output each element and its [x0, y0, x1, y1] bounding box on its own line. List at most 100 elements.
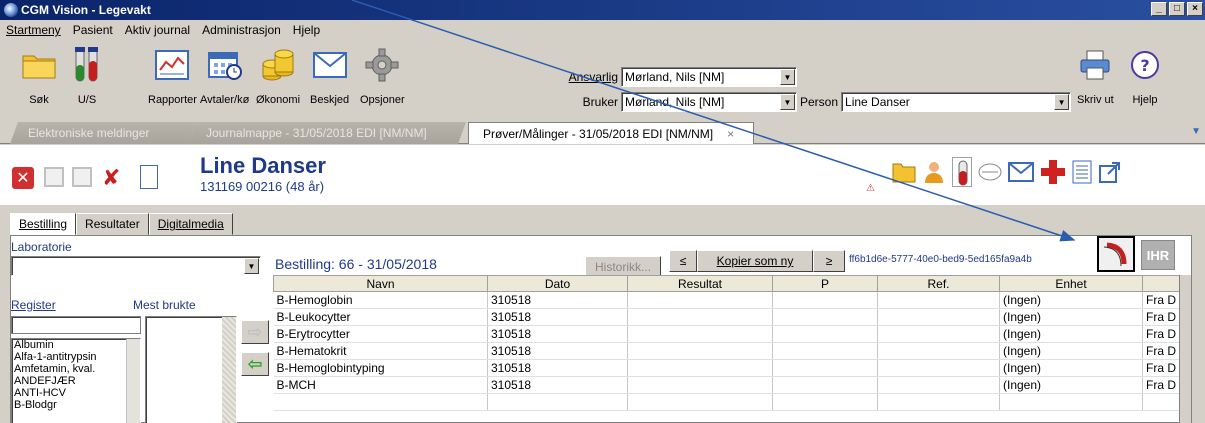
- list-item[interactable]: B-Blodgr: [12, 399, 140, 411]
- us-button[interactable]: U/S: [70, 46, 104, 106]
- table-cell[interactable]: [772, 308, 878, 326]
- previous-button[interactable]: ≤: [669, 250, 697, 272]
- table-cell[interactable]: [877, 308, 1000, 326]
- chevron-down-icon[interactable]: ▼: [780, 69, 795, 85]
- table-cell[interactable]: [627, 376, 773, 394]
- ihr-button[interactable]: IHR: [1141, 240, 1175, 270]
- tab-scroll-icon[interactable]: ▼: [1191, 126, 1201, 137]
- register-list[interactable]: Albumin Alfa-1-antitrypsin Amfetamin, kv…: [11, 338, 141, 423]
- table-cell[interactable]: [772, 376, 878, 394]
- column-header[interactable]: Ref.: [877, 275, 1000, 292]
- scrollbar[interactable]: [222, 317, 236, 423]
- table-cell[interactable]: 310518: [487, 291, 628, 309]
- table-cell[interactable]: 310518: [487, 325, 628, 343]
- pill-icon[interactable]: [978, 161, 1002, 183]
- close-journal-icon[interactable]: ✕: [12, 167, 34, 189]
- tab-resultater[interactable]: Resultater: [76, 213, 149, 235]
- table-cell[interactable]: [772, 325, 878, 343]
- folder-icon[interactable]: [892, 161, 916, 183]
- scrollbar[interactable]: [126, 339, 140, 423]
- person-select[interactable]: Line Danser ▼: [841, 92, 1072, 112]
- save-icon[interactable]: [44, 167, 64, 187]
- column-header[interactable]: Resultat: [627, 275, 773, 292]
- table-cell[interactable]: B-Hemoglobin: [273, 291, 488, 309]
- table-cell[interactable]: (Ingen): [999, 308, 1143, 326]
- economy-button[interactable]: Økonomi: [256, 46, 300, 106]
- tab-bestilling[interactable]: Bestilling: [10, 213, 77, 235]
- column-header[interactable]: Dato: [487, 275, 628, 292]
- bruker-select[interactable]: Mørland, Nils [NM] ▼: [621, 92, 797, 112]
- red-cross-icon[interactable]: [1040, 159, 1066, 185]
- table-cell[interactable]: [877, 359, 1000, 377]
- table-cell[interactable]: 310518: [487, 376, 628, 394]
- column-header[interactable]: Enhet: [999, 275, 1143, 292]
- tab-journalmappe[interactable]: Journalmappe - 31/05/2018 EDI [NM/NM]: [187, 122, 467, 144]
- table-row[interactable]: B-Leukocytter 310518 (Ingen) Fra D: [273, 308, 1186, 326]
- column-header[interactable]: Navn: [273, 275, 488, 292]
- table-cell[interactable]: [877, 291, 1000, 309]
- envelope-icon[interactable]: [1008, 162, 1034, 182]
- laboratorie-select[interactable]: ▼: [11, 256, 261, 276]
- print-button[interactable]: Skriv ut: [1077, 46, 1114, 106]
- list-item[interactable]: Albumin: [12, 339, 140, 351]
- table-cell[interactable]: [877, 325, 1000, 343]
- table-cell[interactable]: [627, 359, 773, 377]
- chevron-down-icon[interactable]: ▼: [244, 258, 259, 274]
- title-bar[interactable]: CGM Vision - Legevakt _ □ ×: [0, 0, 1205, 20]
- table-cell[interactable]: [627, 308, 773, 326]
- menu-startmeny[interactable]: Startmeny: [4, 23, 63, 37]
- table-cell[interactable]: 310518: [487, 342, 628, 360]
- table-cell[interactable]: B-Leukocytter: [273, 308, 488, 326]
- ansvarlig-select[interactable]: Mørland, Nils [NM] ▼: [621, 67, 797, 87]
- list-item[interactable]: ANTI-HCV: [12, 387, 140, 399]
- new-document-icon[interactable]: [140, 165, 158, 189]
- table-cell[interactable]: [627, 291, 773, 309]
- table-cell[interactable]: 310518: [487, 308, 628, 326]
- list-document-icon[interactable]: [1072, 160, 1092, 184]
- table-cell[interactable]: (Ingen): [999, 325, 1143, 343]
- table-cell[interactable]: (Ingen): [999, 376, 1143, 394]
- table-cell[interactable]: B-Hemoglobintyping: [273, 359, 488, 377]
- table-cell[interactable]: 310518: [487, 359, 628, 377]
- person-icon[interactable]: [922, 160, 946, 184]
- menu-hjelp[interactable]: Hjelp: [291, 23, 322, 37]
- table-cell[interactable]: (Ingen): [999, 342, 1143, 360]
- table-row[interactable]: B-MCH 310518 (Ingen) Fra D: [273, 376, 1186, 394]
- test-tube-icon[interactable]: [952, 157, 972, 187]
- table-cell[interactable]: [772, 342, 878, 360]
- appointments-button[interactable]: Avtaler/kø: [200, 46, 249, 106]
- options-button[interactable]: Opsjoner: [360, 46, 405, 106]
- table-cell[interactable]: [627, 325, 773, 343]
- vertical-scrollbar[interactable]: [1179, 275, 1191, 423]
- table-cell[interactable]: [627, 342, 773, 360]
- table-row[interactable]: B-Erytrocytter 310518 (Ingen) Fra D: [273, 325, 1186, 343]
- menu-aktiv-journal[interactable]: Aktiv journal: [123, 23, 192, 37]
- reports-button[interactable]: Rapporter: [148, 46, 197, 106]
- tab-digitalmedia[interactable]: Digitalmedia: [148, 213, 233, 235]
- save-all-icon[interactable]: [72, 167, 92, 187]
- table-cell[interactable]: (Ingen): [999, 359, 1143, 377]
- add-right-arrow-icon[interactable]: ⇨: [241, 320, 269, 344]
- tab-prover-malinger[interactable]: Prøver/Målinger - 31/05/2018 EDI [NM/NM]…: [468, 122, 754, 144]
- close-tab-icon[interactable]: ×: [727, 127, 734, 141]
- chevron-down-icon[interactable]: ▼: [780, 94, 795, 110]
- external-link-icon[interactable]: [1098, 160, 1122, 184]
- mest-brukte-list[interactable]: [145, 316, 237, 423]
- table-cell[interactable]: B-Hematokrit: [273, 342, 488, 360]
- copy-as-new-button[interactable]: Kopier som ny: [697, 250, 813, 272]
- list-item[interactable]: Amfetamin, kval.: [12, 363, 140, 375]
- curve-logo-button[interactable]: [1097, 236, 1135, 272]
- column-header[interactable]: P: [772, 275, 878, 292]
- next-button[interactable]: ≥: [813, 250, 845, 272]
- table-cell[interactable]: (Ingen): [999, 291, 1143, 309]
- menu-administrasjon[interactable]: Administrasjon: [200, 23, 283, 37]
- table-cell[interactable]: [772, 359, 878, 377]
- list-item[interactable]: Alfa-1-antitrypsin: [12, 351, 140, 363]
- register-search-input[interactable]: [11, 316, 141, 334]
- table-cell[interactable]: [877, 342, 1000, 360]
- table-cell[interactable]: B-MCH: [273, 376, 488, 394]
- add-left-arrow-icon[interactable]: ⇦: [241, 352, 269, 376]
- chevron-down-icon[interactable]: ▼: [1054, 94, 1070, 110]
- table-cell[interactable]: [772, 291, 878, 309]
- message-button[interactable]: Beskjed: [310, 46, 349, 106]
